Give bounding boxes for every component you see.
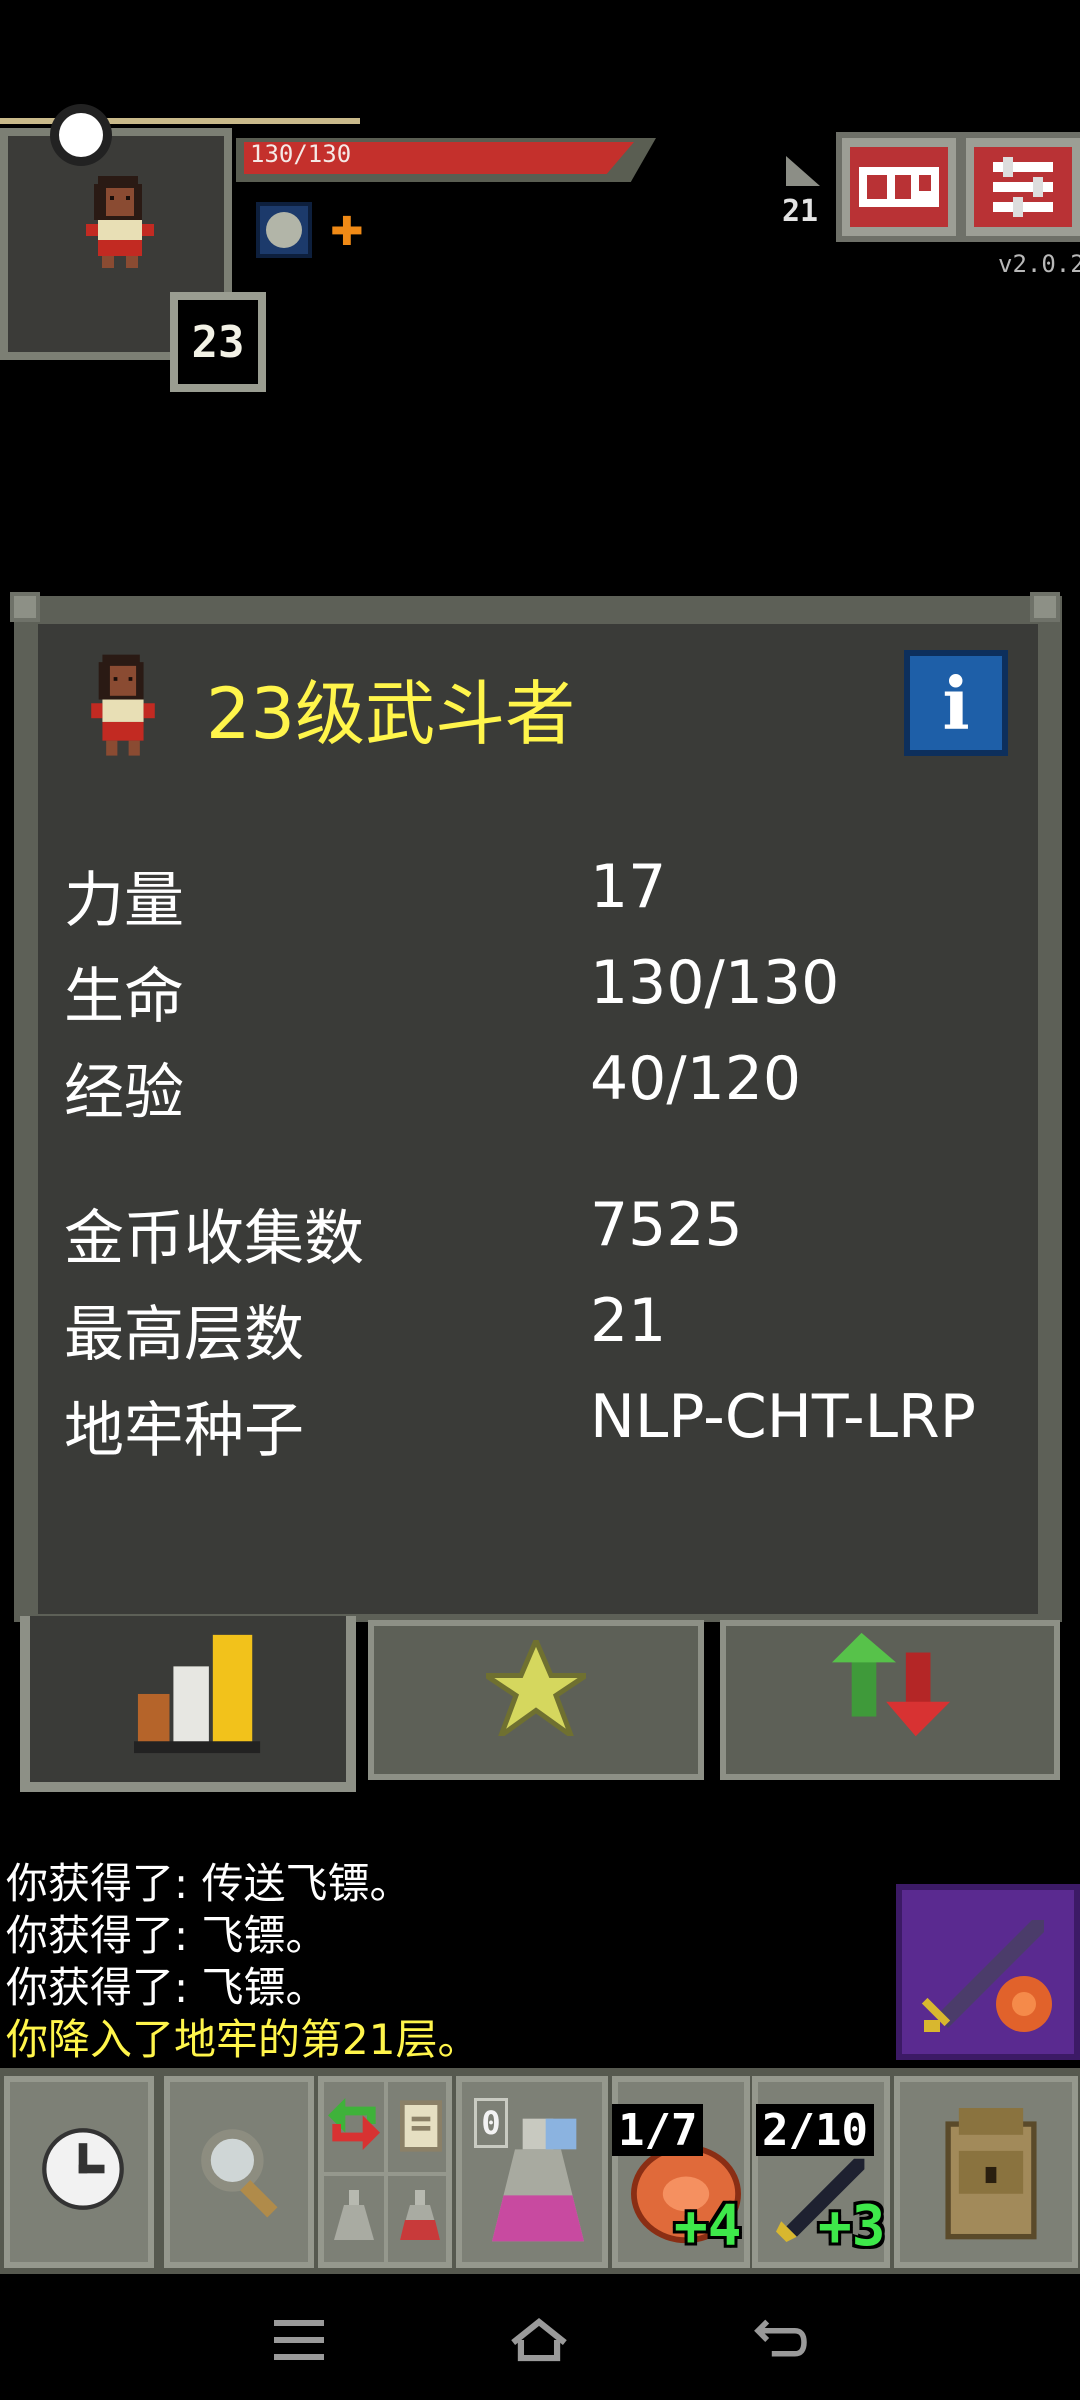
backpack-icon bbox=[945, 2108, 1037, 2240]
search-button[interactable] bbox=[164, 2076, 314, 2268]
log-line: 你降入了地牢的第21层。 bbox=[6, 2015, 480, 2064]
hp-text: 130/130 bbox=[250, 140, 352, 168]
journal-icon bbox=[859, 167, 939, 207]
version-label: v2.0.2 bbox=[998, 250, 1080, 278]
red-potion-quickslot[interactable] bbox=[388, 2176, 452, 2262]
recent-apps-icon bbox=[274, 2320, 324, 2360]
food-bonus: +4 bbox=[674, 2194, 742, 2259]
home-icon bbox=[511, 2317, 567, 2362]
swap-arrows-icon bbox=[328, 2098, 380, 2150]
quickslot-group-small bbox=[318, 2076, 452, 2268]
journal-tab[interactable] bbox=[720, 1620, 1060, 1780]
stat-label-strength: 力量 bbox=[64, 866, 184, 936]
info-button[interactable]: i bbox=[904, 650, 1008, 756]
recent-apps-button[interactable] bbox=[254, 2300, 344, 2380]
empty-flask-quickslot[interactable] bbox=[324, 2176, 388, 2262]
stat-label-health: 生命 bbox=[64, 962, 184, 1032]
weapon-bonus: +3 bbox=[818, 2194, 886, 2259]
hero-sprite-icon bbox=[91, 654, 155, 756]
stat-value-gold: 7525 bbox=[590, 1190, 743, 1260]
up-down-arrows-icon bbox=[832, 1632, 951, 1737]
weapon-count: 2/10 bbox=[756, 2104, 874, 2156]
window-corner bbox=[1030, 592, 1060, 622]
info-icon: i bbox=[942, 660, 970, 746]
depth-number: 21 bbox=[782, 194, 819, 229]
hero-class-title: 23级武斗者 bbox=[206, 673, 576, 755]
stat-value-strength: 17 bbox=[590, 852, 667, 922]
screen-record-indicator[interactable] bbox=[50, 104, 112, 166]
attack-button[interactable] bbox=[896, 1884, 1080, 2060]
mind-vision-buff-icon[interactable] bbox=[256, 202, 312, 258]
stats-tab[interactable] bbox=[20, 1616, 356, 1792]
stat-label-gold: 金币收集数 bbox=[64, 1204, 364, 1274]
window-corner bbox=[10, 592, 40, 622]
stat-value-seed: NLP-CHT-LRP bbox=[590, 1382, 976, 1452]
hero-portrait-icon bbox=[86, 176, 154, 268]
flask-icon bbox=[334, 2190, 374, 2240]
stat-label-experience: 经验 bbox=[64, 1058, 184, 1128]
depth-stairs-icon bbox=[786, 156, 820, 186]
clock-icon bbox=[42, 2128, 124, 2210]
sword-target-icon bbox=[921, 1920, 1052, 2032]
back-button[interactable] bbox=[736, 2300, 826, 2380]
home-button[interactable] bbox=[494, 2300, 584, 2380]
stat-value-health: 130/130 bbox=[590, 948, 840, 1018]
stat-label-seed: 地牢种子 bbox=[64, 1396, 304, 1466]
scroll-icon bbox=[400, 2100, 442, 2152]
stats-bars-icon bbox=[134, 1634, 261, 1754]
food-count: 1/7 bbox=[612, 2104, 704, 2156]
magenta-potion-icon bbox=[492, 2118, 584, 2242]
stat-label-max-depth: 最高层数 bbox=[64, 1300, 304, 1370]
journal-button[interactable] bbox=[836, 132, 962, 242]
menu-button[interactable] bbox=[960, 132, 1080, 242]
red-potion-icon bbox=[400, 2190, 440, 2240]
potion-quickslot[interactable]: 0 bbox=[456, 2076, 608, 2268]
back-icon bbox=[754, 2319, 807, 2357]
scroll-quickslot[interactable] bbox=[388, 2082, 452, 2176]
backpack-button[interactable] bbox=[894, 2076, 1078, 2268]
stat-value-experience: 40/120 bbox=[590, 1044, 802, 1114]
wait-button[interactable] bbox=[4, 2076, 154, 2268]
menu-icon bbox=[993, 157, 1053, 217]
hero-level-badge: 23 bbox=[170, 292, 266, 392]
strength-boost-buff-icon[interactable]: ✚ bbox=[330, 210, 370, 254]
magnifier-icon bbox=[201, 2129, 278, 2218]
stat-value-max-depth: 21 bbox=[590, 1286, 667, 1356]
star-badge-icon bbox=[486, 1640, 586, 1736]
swap-quickslot[interactable] bbox=[324, 2082, 388, 2176]
badges-tab[interactable] bbox=[368, 1620, 704, 1780]
